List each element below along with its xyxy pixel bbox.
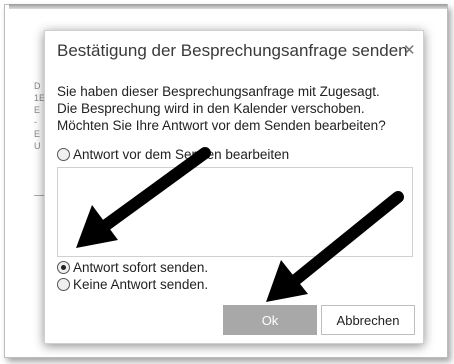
dialog-message: Sie haben dieser Besprechungsanfrage mit… [57,83,417,134]
radio-selected-icon[interactable] [57,261,70,274]
message-line: Sie haben dieser Besprechungsanfrage mit… [57,84,380,99]
option-label: Keine Antwort senden. [73,277,209,292]
option-label: Antwort vor dem Senden bearbeiten [73,147,290,162]
message-line: Die Besprechung wird in den Kalender ver… [57,101,365,116]
option-no-response[interactable]: Keine Antwort senden. [57,277,208,292]
meeting-response-dialog: Bestätigung der Besprechungsanfrage send… [44,30,424,344]
option-edit-before-send[interactable]: Antwort vor dem Senden bearbeiten [57,147,289,162]
close-icon[interactable]: ✕ [403,41,416,59]
option-send-now[interactable]: Antwort sofort senden. [57,260,208,275]
cancel-button[interactable]: Abbrechen [321,305,415,335]
message-line: Möchten Sie Ihre Antwort vor dem Senden … [57,118,386,133]
radio-icon[interactable] [57,278,70,291]
frame-top-edge [9,4,447,9]
ok-button[interactable]: Ok [223,305,317,335]
dialog-title: Bestätigung der Besprechungsanfrage send… [57,41,408,60]
response-edit-box[interactable] [57,167,413,257]
option-label: Antwort sofort senden. [73,260,209,275]
radio-icon[interactable] [57,148,70,161]
